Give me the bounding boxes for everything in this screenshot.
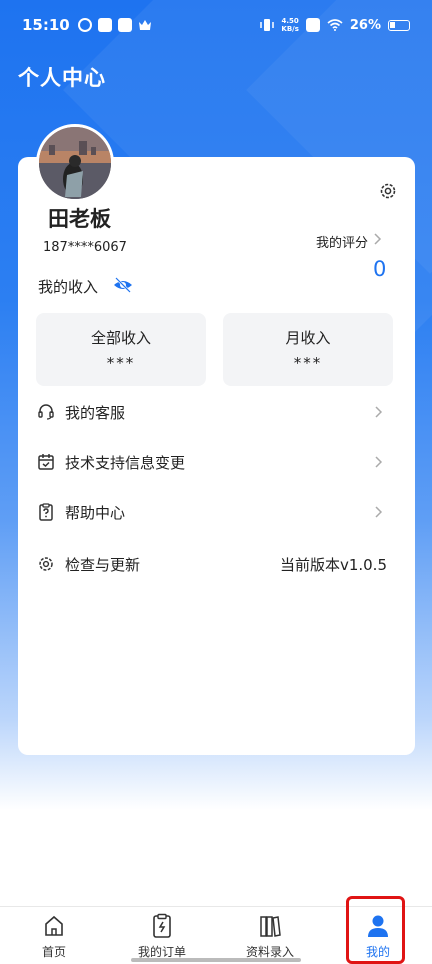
mail-icon — [117, 18, 132, 32]
monthly-income-box[interactable]: 月收入 *** — [223, 313, 393, 386]
vibrate-icon — [260, 19, 275, 31]
help-clipboard-icon — [39, 503, 53, 521]
chevron-right-icon — [375, 456, 383, 468]
rating-label[interactable]: 我的评分 — [316, 232, 368, 251]
income-label: 我的收入 — [38, 278, 99, 296]
calendar-check-icon — [38, 454, 54, 470]
battery-percent: 26% — [349, 17, 381, 33]
order-clipboard-icon — [153, 913, 171, 938]
home-icon — [45, 915, 63, 936]
menu-item-tech-support-change[interactable]: 技术支持信息变更 — [37, 447, 387, 477]
wifi-icon — [327, 19, 343, 31]
status-bar: 15:10 4.50 KB/s 26% — [0, 0, 432, 50]
chevron-right-icon — [375, 506, 383, 518]
avatar[interactable] — [36, 124, 114, 202]
no-sim-icon — [305, 18, 320, 32]
rating-value: 0 — [373, 257, 387, 281]
tab-home[interactable]: 首页 — [0, 907, 108, 964]
tab-data-entry[interactable]: 资料录入 — [216, 907, 324, 964]
eye-hidden-icon[interactable] — [112, 276, 134, 294]
menu-item-check-update[interactable]: 检查与更新 当前版本v1.0.5 — [37, 549, 387, 579]
menu-item-help-center[interactable]: 帮助中心 — [37, 497, 387, 527]
version-text: 当前版本v1.0.5 — [279, 555, 387, 574]
headset-icon — [38, 404, 54, 420]
user-name: 田老板 — [48, 207, 111, 231]
books-icon — [260, 916, 281, 937]
tab-my-orders[interactable]: 我的订单 — [108, 907, 216, 964]
net-speed: 4.50 KB/s — [281, 17, 299, 33]
page-title: 个人中心 — [18, 66, 106, 90]
total-income-box[interactable]: 全部收入 *** — [36, 313, 206, 386]
user-phone: 187****6067 — [43, 240, 127, 255]
home-indicator — [131, 958, 301, 962]
crown-icon — [138, 20, 151, 30]
app-notification-icon — [97, 18, 112, 32]
battery-icon — [388, 19, 410, 31]
bottom-nav: 首页 我的订单 资料录入 我的 — [0, 906, 432, 964]
menu-item-customer-service[interactable]: 我的客服 — [37, 397, 387, 427]
settings-gear-icon[interactable] — [378, 181, 398, 201]
tab-mine[interactable]: 我的 — [324, 907, 432, 964]
user-icon — [368, 915, 388, 937]
chevron-right-icon[interactable] — [372, 232, 382, 246]
gear-icon — [39, 557, 53, 571]
status-time: 15:10 — [22, 16, 70, 34]
chevron-right-icon — [375, 406, 383, 418]
notification-icon — [77, 18, 92, 32]
